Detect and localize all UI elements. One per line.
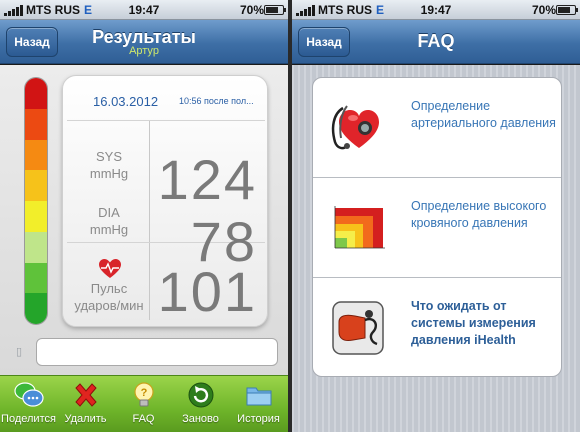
faq-label: FAQ <box>132 413 155 425</box>
faq-screen: MTS RUS E 19:47 70% Назад FAQ Определени… <box>292 0 580 432</box>
delete-label: Удалить <box>64 413 107 425</box>
page-title: FAQ <box>417 31 455 51</box>
share-label: Поделится <box>1 413 56 425</box>
battery-icon <box>264 5 286 15</box>
svg-text:?: ? <box>140 387 147 399</box>
bottom-toolbar: Поделится Удалить ? FAQ Заново История <box>0 375 288 432</box>
scale-segment <box>25 262 47 294</box>
faq-body: Определение артериального давления Опред… <box>292 65 580 432</box>
note-icon: ▯ <box>16 346 23 358</box>
delete-button[interactable]: Удалить <box>57 380 114 432</box>
battery-icon <box>556 5 578 15</box>
scale-segment <box>25 201 47 232</box>
heart-pulse-icon <box>99 259 121 278</box>
pulse-label: Пульс ударов/мин <box>74 281 144 313</box>
scale-segment <box>25 170 47 201</box>
bp-chart-icon <box>334 206 385 249</box>
sys-label: SYS mmHg <box>89 149 129 181</box>
refresh-icon <box>188 382 213 408</box>
battery-percent: 70% <box>532 3 557 17</box>
scale-segment <box>25 293 47 324</box>
nav-bar: Назад FAQ <box>292 20 580 64</box>
bp-cuff-icon <box>332 301 384 355</box>
card-divider <box>67 120 265 121</box>
results-screen: MTS RUS E 19:47 70% Назад Результаты Арт… <box>0 0 288 432</box>
history-button[interactable]: История <box>230 380 287 432</box>
faq-item-label: Определение высокого кровяного давления <box>411 199 547 230</box>
user-name: Артур <box>129 45 159 57</box>
dia-label: DIA mmHg <box>89 205 129 237</box>
status-bar: MTS RUS E 19:47 70% <box>0 0 288 20</box>
share-button[interactable]: Поделится <box>0 380 57 432</box>
scale-segment <box>25 108 47 140</box>
sys-value: 124 <box>157 148 257 211</box>
measurement-time: 10:56 после пол... <box>179 96 254 106</box>
battery-percent: 70% <box>240 3 265 17</box>
faq-item-ihealth[interactable]: Что ожидать от системы измерения давлени… <box>313 278 561 376</box>
faq-list: Определение артериального давления Опред… <box>312 77 562 377</box>
scale-segment <box>25 139 47 171</box>
lightbulb-icon: ? <box>133 382 154 407</box>
share-chat-icon <box>13 382 44 407</box>
results-body: 16.03.2012 10:56 после пол... SYS mmHg 1… <box>0 65 288 375</box>
pulse-value: 101 <box>157 260 257 323</box>
faq-item-label: Определение артериального давления <box>411 99 556 130</box>
faq-item-label: Что ожидать от системы измерения давлени… <box>411 299 536 347</box>
faq-item-high-bp[interactable]: Определение высокого кровяного давления <box>313 178 561 278</box>
folder-icon <box>246 387 271 406</box>
history-label: История <box>237 413 280 425</box>
measurement-card: 16.03.2012 10:56 после пол... SYS mmHg 1… <box>62 75 268 327</box>
delete-x-icon <box>74 383 97 407</box>
measurement-date: 16.03.2012 <box>93 94 159 109</box>
scale-segment <box>25 231 47 263</box>
faq-button[interactable]: ? FAQ <box>115 380 172 432</box>
restart-button[interactable]: Заново <box>172 380 229 432</box>
status-bar: MTS RUS E 19:47 70% <box>292 0 580 20</box>
nav-bar: Назад Результаты Артур <box>0 20 288 64</box>
note-bar: ▯ <box>14 338 278 366</box>
restart-label: Заново <box>182 413 219 425</box>
faq-item-bp-definition[interactable]: Определение артериального давления <box>313 78 561 178</box>
heart-stethoscope-icon <box>331 105 379 150</box>
bp-color-scale <box>24 77 48 325</box>
scale-segment <box>25 78 47 109</box>
note-input[interactable] <box>36 338 278 366</box>
